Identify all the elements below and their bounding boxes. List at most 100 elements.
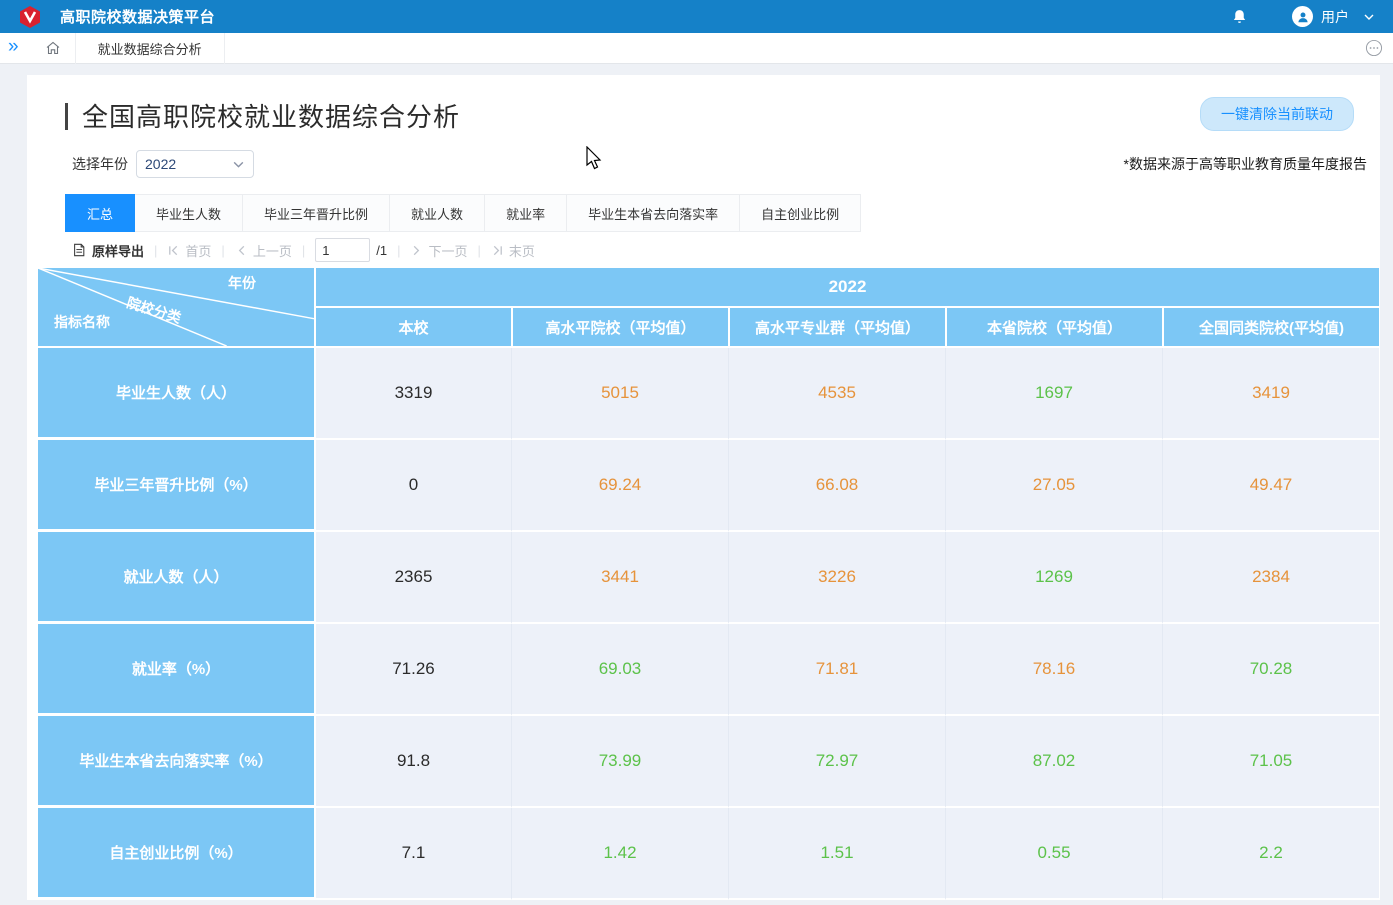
year-header-cell: 2022: [316, 268, 1379, 308]
table-row: 毕业生人数（人）33195015453516973419: [38, 348, 1379, 440]
value-cell-r2-c0: 2365: [316, 532, 511, 624]
content-card: 全国高职院校就业数据综合分析 一键清除当前联动 选择年份 2022 *数据来源于…: [27, 75, 1380, 900]
value-cell-r0-c3: 1697: [945, 348, 1162, 440]
first-page-icon: [167, 244, 180, 257]
metric-label: 自主创业比例（%）: [38, 808, 316, 900]
metric-label: 就业人数（人）: [38, 532, 316, 624]
title-accent-bar: [65, 103, 68, 130]
summary-table: 年份 院校分类 指标名称 2022 本校高水平院校（平均值）高水平专业群（平均值…: [38, 268, 1379, 900]
column-header-3: 本省院校（平均值）: [945, 308, 1162, 348]
prev-page-button[interactable]: 上一页: [235, 241, 292, 260]
table-row: 毕业三年晋升比例（%）069.2466.0827.0549.47: [38, 440, 1379, 532]
next-page-label: 下一页: [428, 241, 467, 260]
toolbar-divider: |: [302, 243, 305, 258]
prev-page-icon: [235, 244, 248, 257]
metric-tab-3[interactable]: 就业人数: [390, 194, 485, 232]
person-icon: [1296, 10, 1310, 24]
data-source-note: *数据来源于高等职业教育质量年度报告: [1124, 154, 1367, 174]
corner-label-year: 年份: [228, 273, 256, 293]
value-cell-r1-c1: 69.24: [511, 440, 728, 532]
column-header-2: 高水平专业群（平均值）: [728, 308, 945, 348]
first-page-button[interactable]: 首页: [167, 241, 211, 260]
metric-tabs: 汇总毕业生人数毕业三年晋升比例就业人数就业率毕业生本省去向落实率自主创业比例: [65, 194, 1380, 232]
page-background: 全国高职院校就业数据综合分析 一键清除当前联动 选择年份 2022 *数据来源于…: [0, 64, 1393, 900]
metric-tab-5[interactable]: 毕业生本省去向落实率: [567, 194, 740, 232]
notification-bell-icon[interactable]: [1231, 8, 1248, 25]
chevron-down-icon[interactable]: [1363, 11, 1375, 23]
platform-logo-icon: [18, 5, 42, 29]
metric-tab-0[interactable]: 汇总: [65, 194, 135, 232]
value-cell-r0-c0: 3319: [316, 348, 511, 440]
column-header-4: 全国同类院校(平均值): [1162, 308, 1379, 348]
value-cell-r2-c4: 2384: [1162, 532, 1379, 624]
metric-label: 毕业生本省去向落实率（%）: [38, 716, 316, 808]
prev-page-label: 上一页: [253, 241, 292, 260]
year-select-label: 选择年份: [72, 154, 128, 174]
value-cell-r0-c1: 5015: [511, 348, 728, 440]
next-page-button[interactable]: 下一页: [410, 241, 467, 260]
toolbar-divider: |: [397, 243, 400, 258]
value-cell-r0-c4: 3419: [1162, 348, 1379, 440]
table-toolbar: 原样导出 | 首页 | 上一页 | /1 |: [27, 232, 1380, 268]
value-cell-r2-c1: 3441: [511, 532, 728, 624]
value-cell-r3-c3: 78.16: [945, 624, 1162, 716]
toolbar-divider: |: [221, 243, 224, 258]
value-cell-r3-c4: 70.28: [1162, 624, 1379, 716]
value-cell-r4-c2: 72.97: [728, 716, 945, 808]
last-page-icon: [491, 244, 504, 257]
table-row: 毕业生本省去向落实率（%）91.873.9972.9787.0271.05: [38, 716, 1379, 808]
tab-options-icon[interactable]: [1365, 39, 1383, 57]
value-cell-r1-c2: 66.08: [728, 440, 945, 532]
table-row: 就业率（%）71.2669.0371.8178.1670.28: [38, 624, 1379, 716]
column-header-1: 高水平院校（平均值）: [511, 308, 728, 348]
corner-label-metric: 指标名称: [54, 312, 110, 332]
last-page-label: 末页: [509, 241, 535, 260]
value-cell-r3-c1: 69.03: [511, 624, 728, 716]
export-file-icon: [72, 243, 86, 257]
value-cell-r5-c4: 2.2: [1162, 808, 1379, 900]
value-cell-r5-c3: 0.55: [945, 808, 1162, 900]
value-cell-r4-c4: 71.05: [1162, 716, 1379, 808]
last-page-button[interactable]: 末页: [491, 241, 535, 260]
year-select[interactable]: 2022: [136, 150, 254, 178]
select-chevron-icon: [232, 158, 245, 171]
top-header: 高职院校数据决策平台 用户: [0, 0, 1393, 33]
metric-label: 就业率（%）: [38, 624, 316, 716]
table-corner-cell: 年份 院校分类 指标名称: [38, 268, 316, 348]
route-tab-bar: » 就业数据综合分析: [0, 33, 1393, 64]
value-cell-r5-c1: 1.42: [511, 808, 728, 900]
metric-tab-6[interactable]: 自主创业比例: [740, 194, 861, 232]
app-title: 高职院校数据决策平台: [60, 6, 215, 27]
metric-tab-2[interactable]: 毕业三年晋升比例: [243, 194, 390, 232]
value-cell-r4-c0: 91.8: [316, 716, 511, 808]
value-cell-r2-c2: 3226: [728, 532, 945, 624]
clear-linkage-button[interactable]: 一键清除当前联动: [1200, 97, 1354, 131]
route-tab-active[interactable]: 就业数据综合分析: [75, 33, 225, 64]
metric-tab-4[interactable]: 就业率: [485, 194, 567, 232]
sidebar-expand-icon[interactable]: »: [0, 37, 31, 59]
column-header-0: 本校: [316, 308, 511, 348]
table-row: 就业人数（人）23653441322612692384: [38, 532, 1379, 624]
export-label: 原样导出: [92, 241, 144, 260]
value-cell-r2-c3: 1269: [945, 532, 1162, 624]
value-cell-r3-c0: 71.26: [316, 624, 511, 716]
value-cell-r1-c4: 49.47: [1162, 440, 1379, 532]
value-cell-r4-c1: 73.99: [511, 716, 728, 808]
metric-label: 毕业生人数（人）: [38, 348, 316, 440]
next-page-icon: [410, 244, 423, 257]
table-row: 自主创业比例（%）7.11.421.510.552.2: [38, 808, 1379, 900]
toolbar-divider: |: [154, 243, 157, 258]
metric-tab-1[interactable]: 毕业生人数: [135, 194, 243, 232]
value-cell-r0-c2: 4535: [728, 348, 945, 440]
metric-label: 毕业三年晋升比例（%）: [38, 440, 316, 532]
value-cell-r1-c0: 0: [316, 440, 511, 532]
page-title: 全国高职院校就业数据综合分析: [82, 97, 460, 134]
home-icon[interactable]: [45, 40, 61, 56]
value-cell-r1-c3: 27.05: [945, 440, 1162, 532]
user-avatar[interactable]: [1292, 6, 1313, 27]
user-menu-label[interactable]: 用户: [1321, 7, 1349, 27]
page-total-label: /1: [376, 243, 387, 258]
value-cell-r5-c0: 7.1: [316, 808, 511, 900]
page-number-input[interactable]: [315, 238, 370, 262]
export-button[interactable]: 原样导出: [72, 241, 144, 260]
